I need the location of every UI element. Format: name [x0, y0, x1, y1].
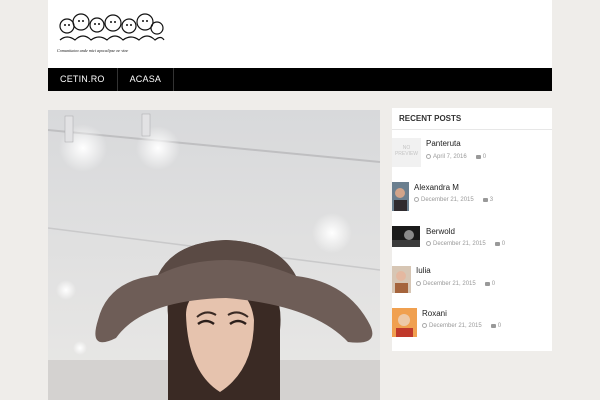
featured-post-image[interactable] — [48, 110, 380, 400]
post-thumbnail[interactable] — [392, 308, 417, 337]
post-thumbnail[interactable] — [392, 266, 411, 293]
comment-icon — [482, 197, 488, 202]
clock-icon — [426, 154, 431, 159]
recent-post-item[interactable]: Iulia December 21, 2015 0 — [392, 266, 552, 294]
main-nav: CETIN.RO ACASA — [48, 68, 552, 91]
comment-count[interactable]: 0 — [498, 323, 501, 329]
post-thumbnail[interactable] — [392, 182, 409, 211]
recent-post-item[interactable]: Alexandra M December 21, 2015 3 — [392, 182, 552, 212]
post-thumbnail[interactable] — [392, 226, 420, 247]
recent-post-item[interactable]: Roxani December 21, 2015 0 — [392, 308, 552, 338]
post-date: April 7, 2016 — [433, 154, 467, 161]
post-title-link[interactable]: Roxani — [422, 309, 447, 318]
comment-count[interactable]: 0 — [502, 241, 505, 247]
post-meta: December 21, 2015 0 — [426, 241, 505, 247]
recent-posts-widget: RECENT POSTS NO PREVIEW Panteruta April … — [392, 108, 552, 351]
comment-icon — [484, 281, 490, 286]
post-date: December 21, 2015 — [429, 323, 482, 330]
post-title-link[interactable]: Panteruta — [426, 139, 461, 148]
post-thumbnail[interactable]: NO PREVIEW — [392, 138, 421, 167]
post-meta: April 7, 2016 0 — [426, 154, 486, 160]
clock-icon — [426, 241, 431, 246]
clock-icon — [414, 197, 419, 202]
nav-item-cetin[interactable]: CETIN.RO — [48, 68, 118, 91]
nav-item-acasa[interactable]: ACASA — [118, 68, 175, 91]
post-title-link[interactable]: Berwold — [426, 227, 455, 236]
comment-count[interactable]: 0 — [483, 154, 486, 160]
post-date: December 21, 2015 — [421, 197, 474, 204]
no-preview-label: NO PREVIEW — [394, 145, 419, 157]
post-title-link[interactable]: Iulia — [416, 266, 431, 275]
svg-text:Comunitatea unde mici apocalip: Comunitatea unde mici apocalipse ne vine — [57, 48, 128, 53]
post-meta: December 21, 2015 0 — [416, 281, 495, 287]
comment-count[interactable]: 3 — [490, 197, 493, 203]
post-title-link[interactable]: Alexandra M — [414, 183, 459, 192]
clock-icon — [416, 281, 421, 286]
recent-post-item[interactable]: Berwold December 21, 2015 0 — [392, 226, 552, 248]
clock-icon — [422, 323, 427, 328]
post-meta: December 21, 2015 0 — [422, 323, 501, 329]
post-meta: December 21, 2015 3 — [414, 197, 493, 203]
comment-count[interactable]: 0 — [492, 281, 495, 287]
post-date: December 21, 2015 — [433, 241, 486, 248]
widget-title: RECENT POSTS — [392, 108, 552, 130]
post-date: December 21, 2015 — [423, 281, 476, 288]
recent-post-item[interactable]: NO PREVIEW Panteruta April 7, 2016 0 — [392, 138, 552, 168]
comment-icon — [490, 323, 496, 328]
comment-icon — [475, 154, 481, 159]
site-logo[interactable]: Comunitatea unde mici apocalipse ne vine — [57, 10, 165, 58]
comment-icon — [494, 241, 500, 246]
